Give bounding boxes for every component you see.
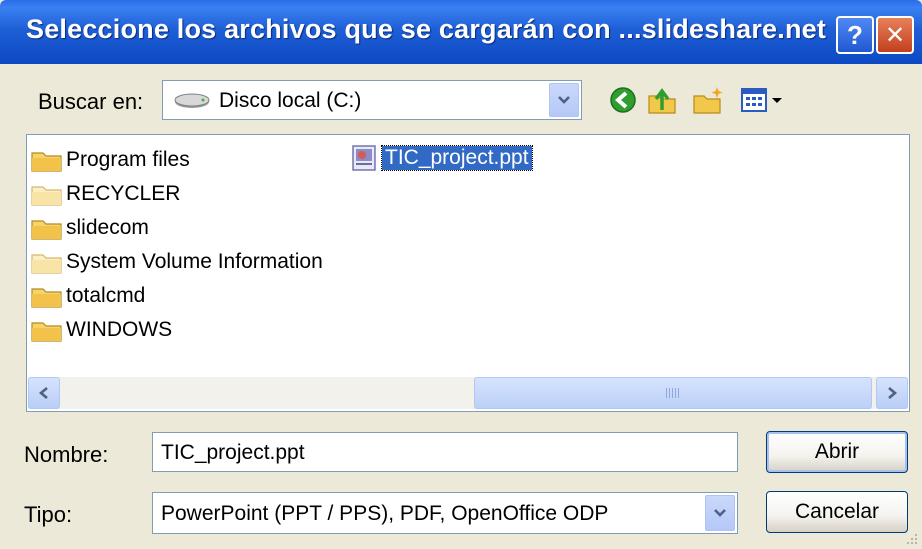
chevron-down-icon — [558, 96, 570, 104]
scroll-right-button[interactable] — [876, 377, 908, 409]
cancel-button[interactable]: Cancelar — [766, 491, 908, 533]
view-menu-icon — [741, 88, 782, 112]
horizontal-scrollbar[interactable] — [28, 377, 908, 409]
title-bar[interactable]: Seleccione los archivos que se cargarán … — [0, 0, 922, 64]
file-list[interactable]: Program files RECYCLER slidecom System V… — [26, 134, 910, 412]
chevron-right-icon — [888, 387, 898, 399]
close-icon: ✕ — [884, 21, 906, 49]
look-in-label: Buscar en: — [38, 89, 144, 114]
chevron-left-icon — [38, 387, 48, 399]
filetype-dropdown[interactable]: PowerPoint (PPT / PPS), PDF, OpenOffice … — [152, 492, 738, 534]
filetype-dropdown-button[interactable] — [705, 495, 735, 531]
item-label: slidecom — [66, 216, 149, 239]
up-folder-icon[interactable] — [644, 82, 680, 118]
list-item[interactable]: RECYCLER — [31, 179, 180, 209]
look-in-value: Disco local (C:) — [219, 89, 362, 112]
folder-icon — [31, 220, 62, 240]
window-title: Seleccione los archivos que se cargarán … — [26, 14, 827, 44]
item-label: System Volume Information — [66, 250, 323, 273]
chevron-down-icon — [714, 509, 726, 517]
filetype-value: PowerPoint (PPT / PPS), PDF, OpenOffice … — [161, 502, 609, 525]
list-item-selected[interactable]: TIC_project.ppt — [351, 143, 533, 173]
filename-input[interactable]: TIC_project.ppt — [152, 432, 738, 472]
filename-label: Nombre: — [24, 442, 109, 467]
back-icon[interactable] — [605, 82, 641, 118]
folder-icon — [31, 186, 62, 206]
list-item[interactable]: slidecom — [31, 213, 149, 243]
folder-icon — [31, 254, 62, 274]
item-label: WINDOWS — [66, 318, 173, 341]
help-icon: ? — [847, 19, 863, 50]
new-folder-icon[interactable] — [690, 82, 726, 118]
list-item[interactable]: Program files — [31, 145, 190, 175]
item-label: Program files — [66, 148, 190, 171]
list-item[interactable]: System Volume Information — [31, 247, 323, 277]
scroll-left-button[interactable] — [28, 377, 60, 409]
filetype-label: Tipo: — [24, 502, 73, 527]
resize-grip-icon[interactable] — [903, 530, 919, 546]
item-label: RECYCLER — [66, 182, 181, 205]
powerpoint-file-icon — [352, 145, 376, 171]
item-label: totalcmd — [66, 284, 146, 307]
list-item[interactable]: totalcmd — [31, 281, 145, 311]
hard-drive-icon — [174, 93, 210, 108]
folder-icon — [31, 152, 62, 172]
close-button[interactable]: ✕ — [876, 16, 914, 54]
help-button[interactable]: ? — [836, 16, 874, 54]
scrollbar-thumb[interactable] — [474, 377, 872, 409]
filename-value: TIC_project.ppt — [161, 441, 305, 464]
folder-icon — [31, 322, 62, 342]
item-label: TIC_project.ppt — [381, 145, 533, 171]
look-in-dropdown-button[interactable] — [549, 83, 579, 117]
folder-icon — [31, 288, 62, 308]
list-item[interactable]: WINDOWS — [31, 315, 172, 345]
open-button[interactable]: Abrir — [766, 431, 908, 473]
view-menu-button[interactable] — [738, 84, 792, 118]
look-in-dropdown[interactable]: Disco local (C:) — [162, 80, 582, 120]
grip-icon — [666, 388, 680, 398]
